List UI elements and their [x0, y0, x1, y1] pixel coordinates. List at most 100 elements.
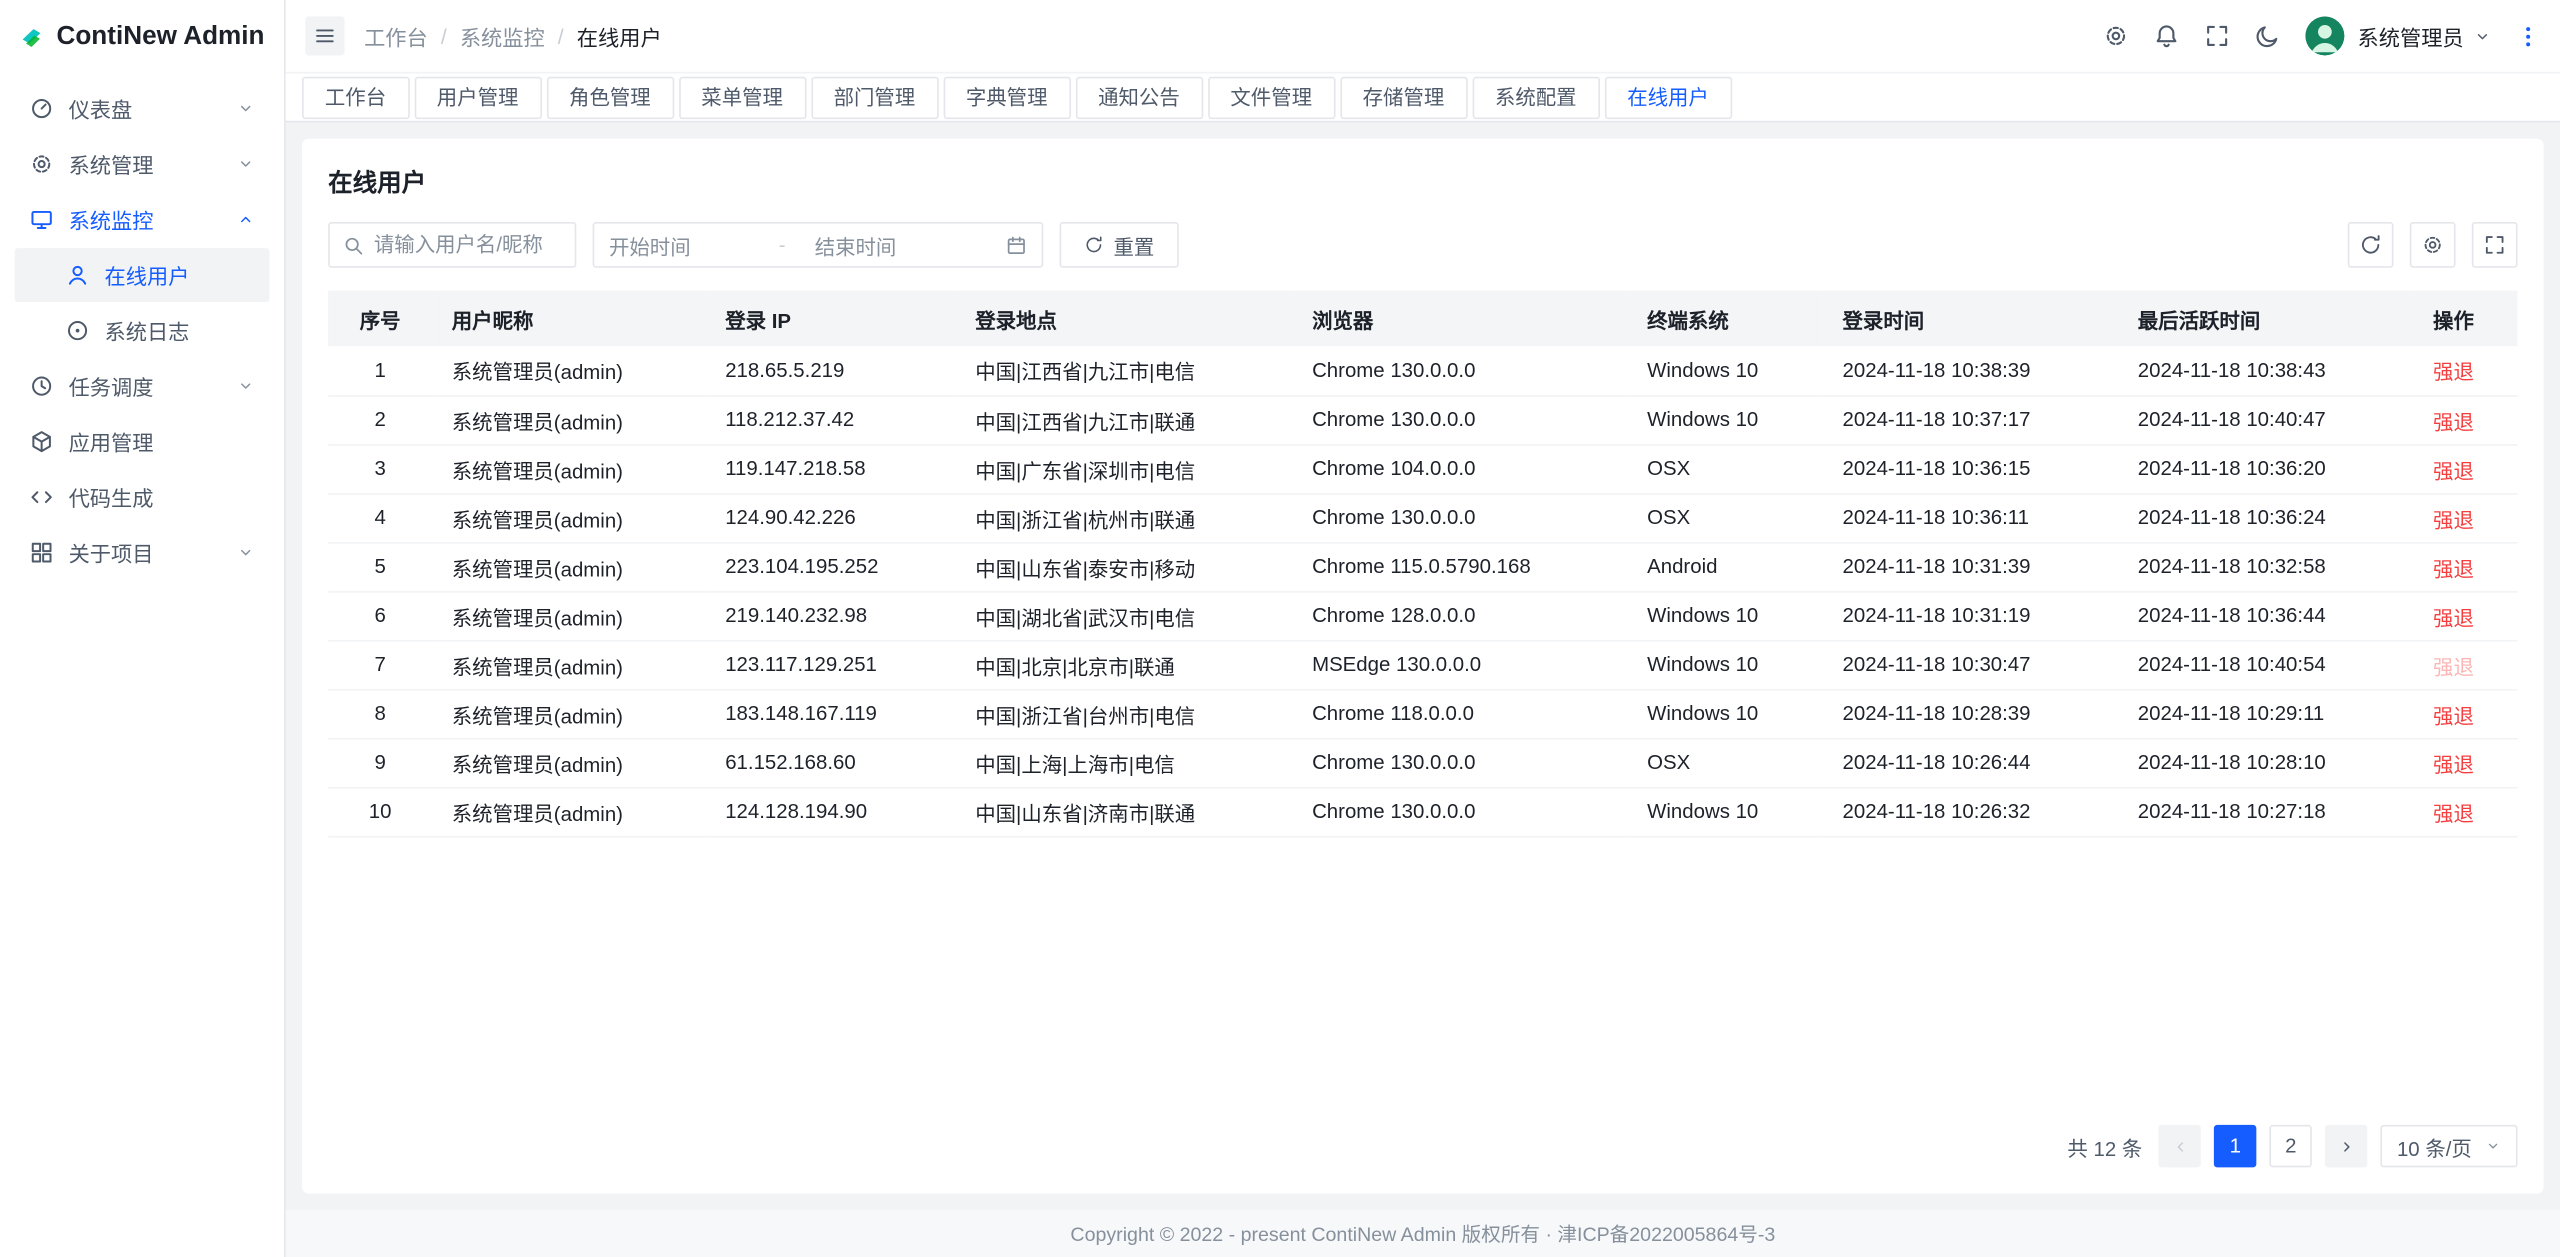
force-logout-link[interactable]: 强退 [2433, 704, 2474, 727]
user-avatar[interactable] [2305, 16, 2344, 55]
sidebar-collapse-button[interactable] [305, 16, 344, 55]
refresh-table-button[interactable] [2348, 222, 2394, 268]
cell-login-time: 2024-11-18 10:38:39 [1823, 346, 2118, 395]
user-name[interactable]: 系统管理员 [2358, 20, 2464, 51]
cell-last-active: 2024-11-18 10:36:44 [2118, 591, 2413, 640]
cell-last-active: 2024-11-18 10:40:54 [2118, 640, 2413, 689]
pagination-pages: 12 [2214, 1125, 2312, 1167]
cell-os: Android [1628, 542, 1823, 591]
force-logout-link[interactable]: 强退 [2433, 753, 2474, 776]
force-logout-link[interactable]: 强退 [2433, 607, 2474, 630]
sidebar-item-task-schedule[interactable]: 任务调度 [15, 359, 270, 413]
cell-last-active: 2024-11-18 10:28:10 [2118, 738, 2413, 787]
cell-login-time: 2024-11-18 10:28:39 [1823, 689, 2118, 738]
column-header: 登录地点 [956, 291, 1293, 347]
page-button[interactable]: 2 [2270, 1125, 2312, 1167]
force-logout-link[interactable]: 强退 [2433, 509, 2474, 532]
table-row: 9系统管理员(admin)61.152.168.60中国|上海|上海市|电信Ch… [328, 738, 2517, 787]
tab-item[interactable]: 角色管理 [546, 76, 673, 118]
force-logout-link[interactable]: 强退 [2433, 802, 2474, 825]
cell-location: 中国|湖北省|武汉市|电信 [956, 591, 1293, 640]
page-title: 在线用户 [328, 165, 2517, 199]
breadcrumb-item[interactable]: 工作台 [364, 20, 428, 51]
tab-item[interactable]: 在线用户 [1604, 76, 1731, 118]
sidebar-item-label: 仪表盘 [69, 93, 222, 124]
column-header: 登录时间 [1823, 291, 2118, 347]
force-logout-link[interactable]: 强退 [2433, 558, 2474, 581]
cell-no: 6 [328, 591, 432, 640]
menu-fold-icon [313, 24, 336, 47]
sidebar-item-system-log[interactable]: 系统日志 [15, 304, 270, 358]
dark-mode-moon-icon[interactable] [2255, 23, 2281, 49]
cell-ip: 124.90.42.226 [706, 493, 956, 542]
cell-browser: Chrome 130.0.0.0 [1292, 493, 1627, 542]
tab-item[interactable]: 文件管理 [1208, 76, 1335, 118]
fullscreen-icon[interactable] [2204, 23, 2230, 49]
cell-ip: 119.147.218.58 [706, 444, 956, 493]
sidebar-item-system-monitor[interactable]: 系统监控 [15, 193, 270, 247]
tab-item[interactable]: 存储管理 [1340, 76, 1467, 118]
online-users-table: 序号用户昵称登录 IP登录地点浏览器终端系统登录时间最后活跃时间操作 1系统管理… [328, 291, 2517, 837]
sidebar-item-about-project[interactable]: 关于项目 [15, 526, 270, 580]
cell-browser: Chrome 130.0.0.0 [1292, 787, 1627, 836]
chevron-down-icon [237, 377, 255, 395]
header: 工作台 / 系统监控 / 在线用户 系统管理员 [286, 0, 2560, 73]
cell-last-active: 2024-11-18 10:27:18 [2118, 787, 2413, 836]
table-row: 4系统管理员(admin)124.90.42.226中国|浙江省|杭州市|联通C… [328, 493, 2517, 542]
sidebar-item-dashboard[interactable]: 仪表盘 [15, 82, 270, 136]
chevron-left-icon [2171, 1137, 2189, 1155]
tab-item[interactable]: 字典管理 [943, 76, 1070, 118]
search-icon [343, 234, 364, 255]
notification-bell-icon[interactable] [2153, 23, 2179, 49]
breadcrumb-item[interactable]: 系统监控 [460, 20, 545, 51]
force-logout-link[interactable]: 强退 [2433, 361, 2474, 384]
sidebar-item-online-user[interactable]: 在线用户 [15, 248, 270, 302]
cell-login-time: 2024-11-18 10:36:15 [1823, 444, 2118, 493]
tab-item[interactable]: 菜单管理 [678, 76, 805, 118]
settings-icon[interactable] [2103, 23, 2129, 49]
table-row: 10系统管理员(admin)124.128.194.90中国|山东省|济南市|联… [328, 787, 2517, 836]
next-page-button[interactable] [2325, 1125, 2367, 1167]
cell-nickname: 系统管理员(admin) [432, 444, 705, 493]
tab-item[interactable]: 部门管理 [811, 76, 938, 118]
force-logout-link[interactable]: 强退 [2433, 411, 2474, 434]
date-range-picker[interactable]: 开始时间 - 结束时间 [593, 222, 1044, 268]
tab-item[interactable]: 系统配置 [1472, 76, 1599, 118]
cell-os: OSX [1628, 738, 1823, 787]
column-header: 终端系统 [1628, 291, 1823, 347]
page-size-select[interactable]: 10 条/页 [2381, 1125, 2518, 1167]
cell-browser: Chrome 118.0.0.0 [1292, 689, 1627, 738]
cell-no: 10 [328, 787, 432, 836]
cell-no: 1 [328, 346, 432, 395]
sidebar-item-app-management[interactable]: 应用管理 [15, 415, 270, 469]
cell-os: Windows 10 [1628, 787, 1823, 836]
cell-ip: 183.148.167.119 [706, 689, 956, 738]
tab-bar: 工作台用户管理角色管理菜单管理部门管理字典管理通知公告文件管理存储管理系统配置在… [286, 73, 2560, 122]
cell-nickname: 系统管理员(admin) [432, 591, 705, 640]
cell-os: Windows 10 [1628, 640, 1823, 689]
sidebar-item-code-generation[interactable]: 代码生成 [15, 470, 270, 524]
reset-button[interactable]: 重置 [1060, 222, 1179, 268]
theme-options-kebab-icon[interactable] [2516, 24, 2540, 48]
sidebar-item-label: 任务调度 [69, 371, 222, 402]
column-header: 最后活跃时间 [2118, 291, 2413, 347]
page-button[interactable]: 1 [2214, 1125, 2256, 1167]
table-fullscreen-button[interactable] [2472, 222, 2518, 268]
sidebar-item-system-management[interactable]: 系统管理 [15, 137, 270, 191]
search-box [328, 222, 576, 268]
sidebar-item-label: 在线用户 [104, 260, 254, 291]
column-settings-button[interactable] [2410, 222, 2456, 268]
cell-browser: Chrome 115.0.5790.168 [1292, 542, 1627, 591]
tab-item[interactable]: 工作台 [302, 76, 409, 118]
cell-no: 4 [328, 493, 432, 542]
tab-item[interactable]: 用户管理 [414, 76, 541, 118]
search-input[interactable] [374, 233, 562, 256]
page-size-label: 10 条/页 [2397, 1131, 2472, 1162]
tab-item[interactable]: 通知公告 [1075, 76, 1202, 118]
chevron-down-icon [237, 544, 255, 562]
cell-os: Windows 10 [1628, 689, 1823, 738]
force-logout-link[interactable]: 强退 [2433, 460, 2474, 483]
main-area: 工作台 / 系统监控 / 在线用户 系统管理员 [286, 0, 2560, 1257]
pagination: 共 12 条 12 10 条/页 [328, 1105, 2517, 1167]
app-logo[interactable]: ContiNew Admin [0, 0, 284, 73]
